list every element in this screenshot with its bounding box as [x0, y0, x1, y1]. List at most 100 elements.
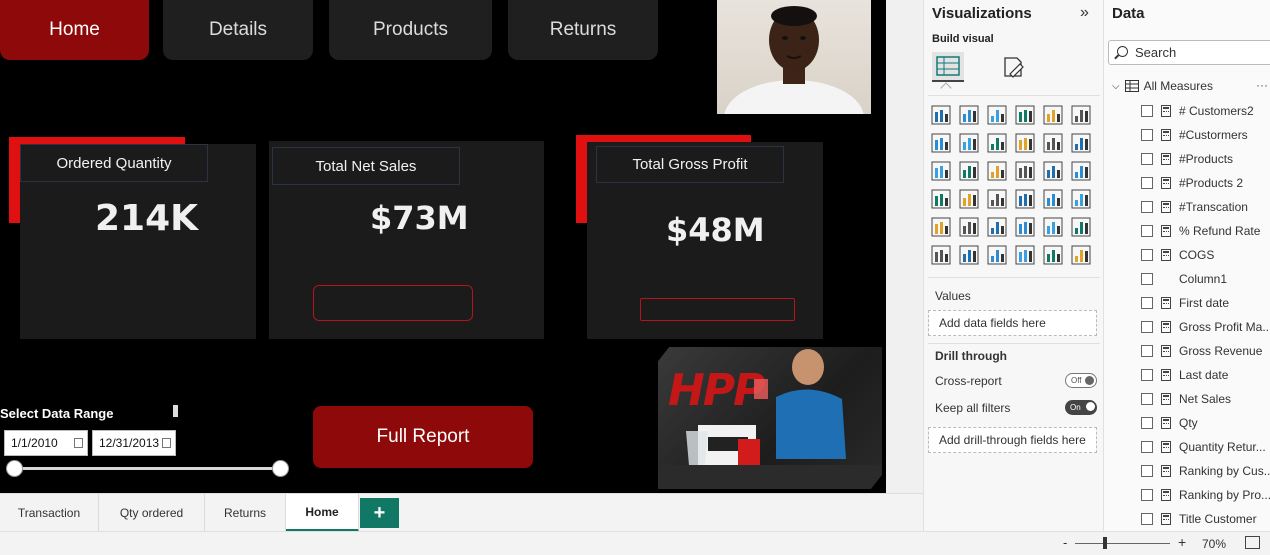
- nav-returns-button[interactable]: Returns: [508, 0, 658, 60]
- end-date-input[interactable]: 12/31/2013: [92, 430, 176, 456]
- kpi-icon[interactable]: [1070, 188, 1092, 210]
- 100-column-chart-icon[interactable]: [1070, 104, 1092, 126]
- start-date-input[interactable]: 1/1/2010: [4, 430, 88, 456]
- tab-transaction[interactable]: Transaction: [0, 494, 99, 532]
- scatter-chart-icon[interactable]: [986, 160, 1008, 182]
- table-icon[interactable]: [958, 216, 980, 238]
- pie-chart-icon[interactable]: [1014, 160, 1036, 182]
- treemap-icon[interactable]: [1070, 160, 1092, 182]
- field-item[interactable]: COGS: [1141, 245, 1214, 265]
- zoom-in-button[interactable]: +: [1178, 534, 1186, 550]
- decomposition-tree-icon[interactable]: [930, 244, 952, 266]
- field-checkbox[interactable]: [1141, 273, 1153, 285]
- tab-returns[interactable]: Returns: [205, 494, 286, 532]
- values-drop-field[interactable]: Add data fields here: [928, 310, 1097, 336]
- more-visuals-icon[interactable]: [1070, 244, 1092, 266]
- field-item[interactable]: Qty: [1141, 413, 1198, 433]
- filled-map-icon[interactable]: [958, 188, 980, 210]
- map-icon[interactable]: [930, 188, 952, 210]
- field-item[interactable]: #Products 2: [1141, 173, 1243, 193]
- field-item[interactable]: Column1: [1141, 269, 1227, 289]
- field-checkbox[interactable]: [1141, 297, 1153, 309]
- stacked-bar-chart-icon[interactable]: [930, 104, 952, 126]
- funnel-chart-icon[interactable]: [958, 160, 980, 182]
- chevron-down-icon[interactable]: ⌵: [1112, 81, 1120, 92]
- field-checkbox[interactable]: [1141, 393, 1153, 405]
- matrix-icon[interactable]: [986, 216, 1008, 238]
- paginated-report-icon[interactable]: [986, 244, 1008, 266]
- r-visual-icon[interactable]: [1014, 216, 1036, 238]
- donut-chart-icon[interactable]: [1042, 160, 1064, 182]
- add-page-button[interactable]: +: [360, 498, 399, 528]
- field-item[interactable]: Gross Profit Ma...: [1141, 317, 1270, 337]
- field-checkbox[interactable]: [1141, 249, 1153, 261]
- drill-through-drop-field[interactable]: Add drill-through fields here: [928, 427, 1097, 453]
- cross-report-toggle[interactable]: Off: [1065, 373, 1097, 388]
- field-checkbox[interactable]: [1141, 369, 1153, 381]
- clustered-bar-chart-icon[interactable]: [986, 104, 1008, 126]
- zoom-level[interactable]: 70%: [1202, 537, 1226, 551]
- field-checkbox[interactable]: [1141, 225, 1153, 237]
- field-item[interactable]: Ranking by Cus...: [1141, 461, 1270, 481]
- clustered-column-chart-icon[interactable]: [1014, 104, 1036, 126]
- date-slider-start-handle[interactable]: [6, 460, 23, 477]
- ribbon-chart-icon[interactable]: [1070, 132, 1092, 154]
- calendar-icon[interactable]: [74, 438, 83, 448]
- field-item[interactable]: First date: [1141, 293, 1229, 313]
- line-chart-icon[interactable]: [930, 132, 952, 154]
- 100-bar-chart-icon[interactable]: [1042, 104, 1064, 126]
- format-visual-icon[interactable]: [997, 52, 1029, 82]
- field-item[interactable]: #Transcation: [1141, 197, 1248, 217]
- smart-narrative-icon[interactable]: [1042, 244, 1064, 266]
- more-options-icon[interactable]: ···: [1256, 78, 1268, 92]
- field-checkbox[interactable]: [1141, 153, 1153, 165]
- field-item[interactable]: % Refund Rate: [1141, 221, 1260, 241]
- stacked-column-chart-icon[interactable]: [958, 104, 980, 126]
- build-visual-icon[interactable]: [932, 52, 964, 82]
- field-checkbox[interactable]: [1141, 465, 1153, 477]
- field-checkbox[interactable]: [1141, 129, 1153, 141]
- calendar-icon[interactable]: [162, 438, 171, 448]
- field-checkbox[interactable]: [1141, 417, 1153, 429]
- area-chart-icon[interactable]: [958, 132, 980, 154]
- nav-details-button[interactable]: Details: [163, 0, 313, 60]
- field-checkbox[interactable]: [1141, 321, 1153, 333]
- keep-filters-toggle[interactable]: On: [1065, 400, 1097, 415]
- fit-to-page-icon[interactable]: [1245, 536, 1260, 549]
- field-item[interactable]: Quantity Retur...: [1141, 437, 1266, 457]
- date-slider-track[interactable]: [14, 467, 280, 470]
- field-item[interactable]: #Products: [1141, 149, 1233, 169]
- field-checkbox[interactable]: [1141, 105, 1153, 117]
- python-visual-icon[interactable]: [1042, 216, 1064, 238]
- stacked-area-chart-icon[interactable]: [986, 132, 1008, 154]
- nav-home-button[interactable]: Home: [0, 0, 149, 60]
- search-input[interactable]: Search: [1108, 40, 1270, 65]
- waterfall-chart-icon[interactable]: [930, 160, 952, 182]
- field-checkbox[interactable]: [1141, 201, 1153, 213]
- slicer-icon[interactable]: [930, 216, 952, 238]
- zoom-out-button[interactable]: -: [1063, 535, 1067, 550]
- tab-home[interactable]: Home: [286, 494, 359, 532]
- full-report-button[interactable]: Full Report: [313, 406, 533, 468]
- key-influencers-icon[interactable]: [1070, 216, 1092, 238]
- qa-icon[interactable]: [958, 244, 980, 266]
- field-item[interactable]: # Customers2: [1141, 101, 1254, 121]
- multi-row-card-icon[interactable]: [1042, 188, 1064, 210]
- field-item[interactable]: Last date: [1141, 365, 1228, 385]
- field-item[interactable]: Gross Revenue: [1141, 341, 1262, 361]
- nav-products-button[interactable]: Products: [329, 0, 492, 60]
- collapse-pane-icon[interactable]: »: [1080, 4, 1089, 22]
- field-checkbox[interactable]: [1141, 513, 1153, 525]
- field-item[interactable]: Net Sales: [1141, 389, 1231, 409]
- gauge-icon[interactable]: [986, 188, 1008, 210]
- line-stacked-column-icon[interactable]: [1042, 132, 1064, 154]
- field-item[interactable]: Ranking by Pro...: [1141, 485, 1270, 505]
- slicer-handle-icon[interactable]: [173, 405, 178, 417]
- field-checkbox[interactable]: [1141, 489, 1153, 501]
- field-item[interactable]: Title Customer: [1141, 509, 1257, 529]
- card-icon[interactable]: [1014, 188, 1036, 210]
- field-checkbox[interactable]: [1141, 177, 1153, 189]
- zoom-slider[interactable]: [1075, 543, 1170, 544]
- trophy-icon[interactable]: [1014, 244, 1036, 266]
- line-column-chart-icon[interactable]: [1014, 132, 1036, 154]
